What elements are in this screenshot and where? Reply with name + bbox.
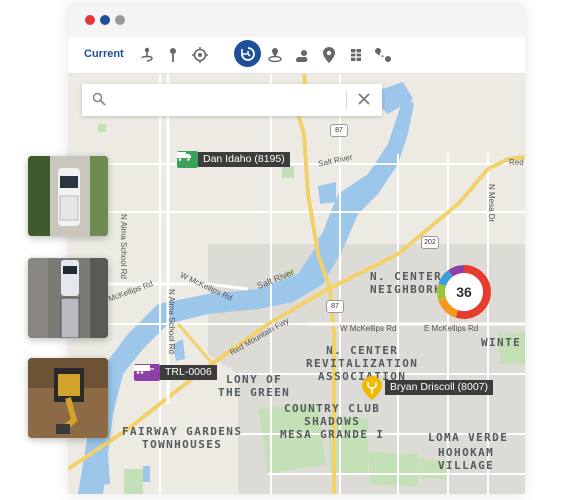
- truck-icon: [177, 151, 198, 168]
- vehicle-label: Dan Idaho (8195): [198, 152, 290, 167]
- route-icon[interactable]: [136, 44, 158, 66]
- driver-pin-icon: [362, 375, 382, 400]
- trailer-icon: [134, 364, 160, 381]
- route-87-shield: 87: [326, 300, 344, 313]
- driver-label: Bryan Driscoll (8007): [385, 380, 494, 395]
- maximize-window-button[interactable]: [115, 15, 125, 25]
- area-label-loma-verde: LOMA VERDE: [428, 431, 509, 444]
- map-toolbar: Current: [68, 37, 525, 74]
- driver-marker-bryan-driscoll[interactable]: Bryan Driscoll (8007): [362, 375, 494, 400]
- location-pin-icon[interactable]: [162, 44, 184, 66]
- map-search-box: [82, 84, 382, 116]
- trip-path-icon[interactable]: [372, 44, 394, 66]
- layers-icon[interactable]: [345, 44, 367, 66]
- close-window-button[interactable]: [85, 15, 95, 25]
- area-label-hohokam: HOHOKAM VILLAGE: [438, 446, 495, 472]
- history-icon[interactable]: [234, 40, 261, 67]
- vehicle-marker-dan-idaho[interactable]: Dan Idaho (8195): [177, 151, 290, 168]
- route-87-shield: 87: [330, 124, 348, 137]
- area-label-winte: WINTE: [481, 336, 522, 349]
- weather-icon[interactable]: [291, 44, 313, 66]
- target-icon[interactable]: [189, 44, 211, 66]
- excavator-thumbnail[interactable]: [28, 358, 108, 438]
- map-canvas[interactable]: Salt River E McKellips Rd W McKellips Rd…: [68, 74, 525, 494]
- search-divider: [346, 90, 347, 110]
- road-label-red: Red: [509, 158, 524, 167]
- search-input[interactable]: [114, 90, 343, 112]
- area-label-fairway: FAIRWAY GARDENS TOWNHOUSES: [122, 425, 243, 451]
- road-label-alma-school: N Alma School Rd: [119, 214, 128, 279]
- vehicle-label: TRL-0006: [160, 365, 217, 380]
- vehicle-marker-trl-0006[interactable]: TRL-0006: [134, 364, 217, 381]
- road-label-mckellips: W McKellips Rd: [340, 324, 397, 333]
- pickup-truck-thumbnail[interactable]: [28, 156, 108, 236]
- app-window: Current Salt River E McKellips Rd W McKe…: [68, 4, 525, 494]
- area-label-colony: LONY OF THE GREEN: [218, 373, 291, 399]
- map-marker-icon[interactable]: [318, 44, 340, 66]
- road-label-alma-school: N Alma School Rd: [167, 289, 176, 354]
- park-area: [368, 452, 418, 486]
- road-label-mesa: N Mesa Dr: [487, 184, 496, 223]
- current-view-tab[interactable]: Current: [84, 48, 124, 60]
- title-bar: [68, 4, 525, 37]
- route-202-shield: 202: [421, 236, 439, 249]
- road-label-mckellips: E McKellips Rd: [424, 324, 479, 333]
- area-label-country-club: COUNTRY CLUB SHADOWS MESA GRANDE I: [280, 402, 385, 441]
- minimize-window-button[interactable]: [100, 15, 110, 25]
- cluster-count: 36: [456, 284, 472, 300]
- geofence-icon[interactable]: [264, 44, 286, 66]
- semi-truck-thumbnail[interactable]: [28, 258, 108, 338]
- area-label-n-center-neighborhood: N. CENTER NEIGHBORH: [370, 270, 443, 296]
- vehicle-cluster-marker[interactable]: 36: [436, 264, 492, 320]
